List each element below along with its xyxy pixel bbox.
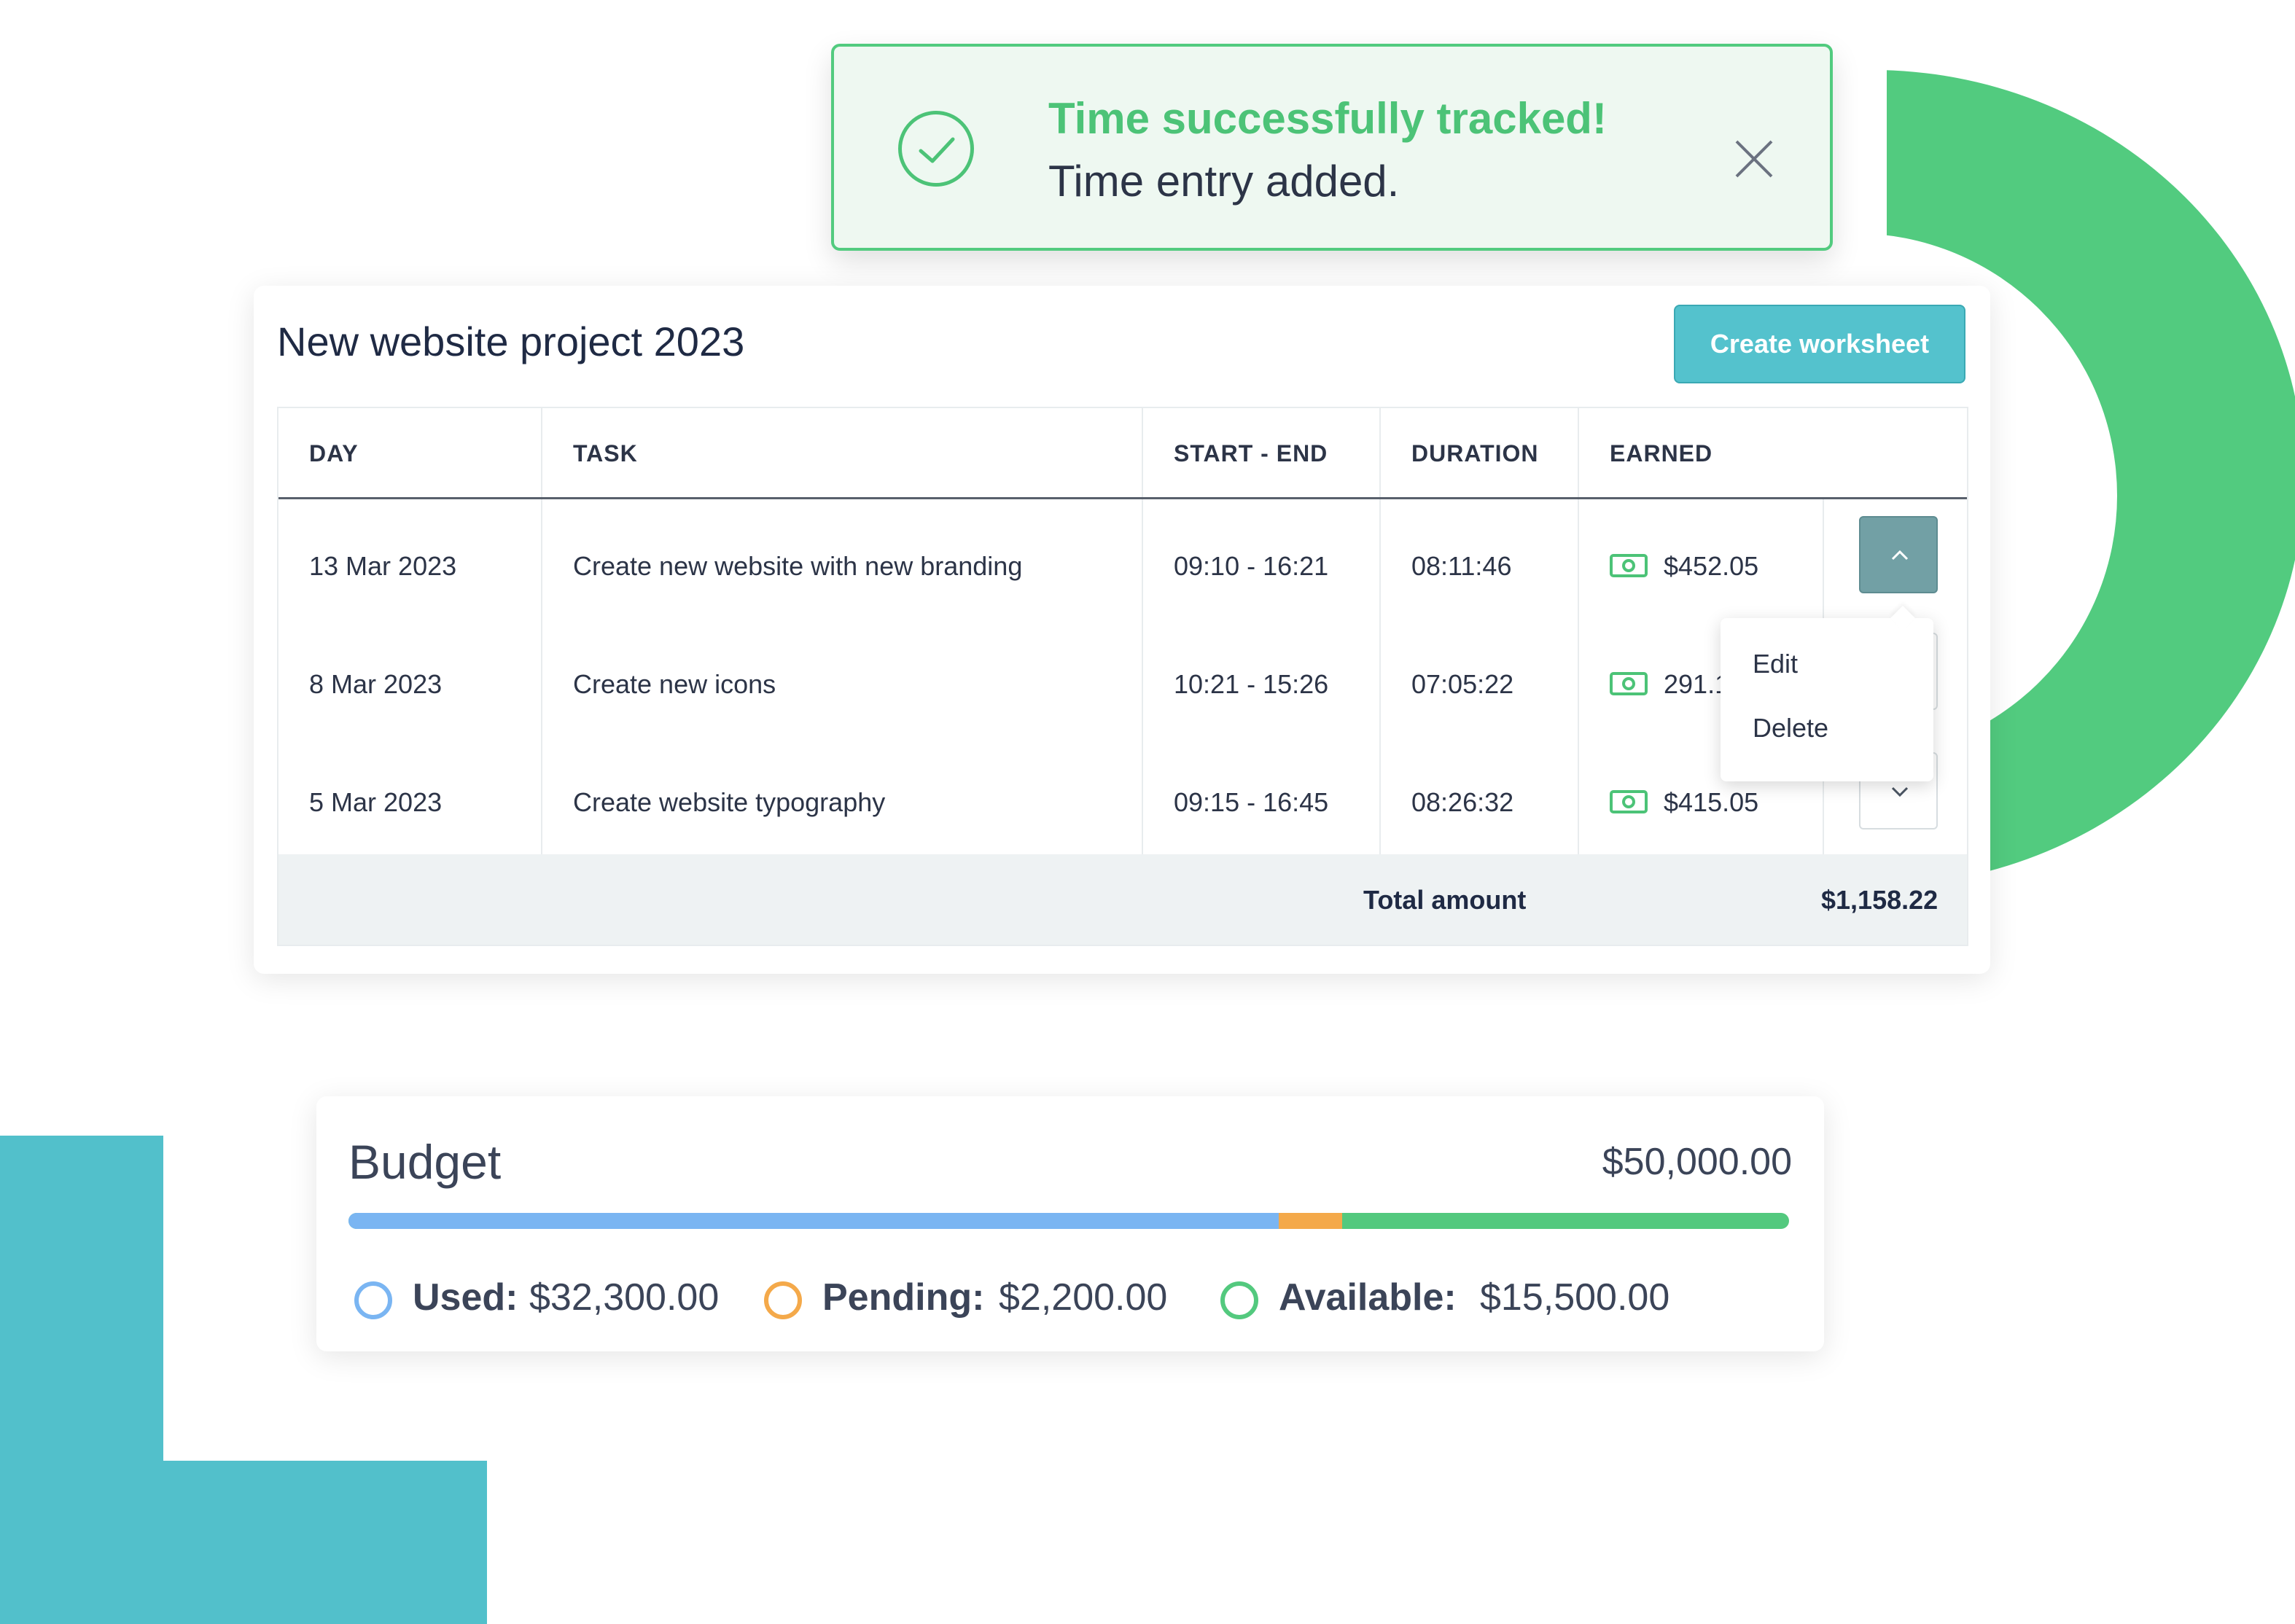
total-row: Total amount $1,158.22 — [278, 854, 1967, 945]
cell-duration: 08:11:46 — [1411, 551, 1512, 581]
money-icon — [1610, 672, 1648, 695]
close-icon[interactable] — [1734, 138, 1774, 179]
menu-item-delete[interactable]: Delete — [1753, 713, 1828, 743]
budget-bar-used — [348, 1213, 1279, 1229]
total-label: Total amount — [1363, 885, 1527, 915]
pending-value: $2,200.00 — [999, 1276, 1168, 1319]
used-legend-dot — [354, 1281, 392, 1319]
column-header-start-end[interactable]: START - END — [1174, 440, 1328, 467]
chevron-up-icon — [1891, 550, 1909, 561]
toast-title: Time successfully tracked! — [1048, 94, 1607, 143]
column-header-duration[interactable]: DURATION — [1411, 440, 1539, 467]
column-header-earned[interactable]: EARNED — [1610, 440, 1713, 467]
cell-duration: 07:05:22 — [1411, 669, 1514, 699]
chevron-down-icon — [1891, 786, 1909, 797]
column-header-task[interactable]: TASK — [573, 440, 638, 467]
column-header-day[interactable]: DAY — [309, 440, 359, 467]
cell-task: Create new website with new branding — [573, 551, 1023, 581]
decorative-teal-block-bottom — [0, 1461, 487, 1624]
column-divider — [541, 408, 542, 854]
cell-duration: 08:26:32 — [1411, 787, 1514, 817]
total-value: $1,158.22 — [1821, 885, 1939, 915]
cell-task: Create new icons — [573, 669, 776, 699]
menu-item-edit[interactable]: Edit — [1753, 649, 1798, 679]
create-worksheet-button[interactable]: Create worksheet — [1674, 305, 1965, 383]
toast-message: Time entry added. — [1048, 157, 1400, 206]
row-actions-toggle-button[interactable] — [1859, 516, 1938, 593]
used-label: Used: — [413, 1276, 518, 1319]
available-value: $15,500.00 — [1480, 1276, 1670, 1319]
success-toast: Time successfully tracked! Time entry ad… — [831, 44, 1833, 251]
cell-start-end: 10:21 - 15:26 — [1174, 669, 1329, 699]
available-legend-dot — [1220, 1281, 1258, 1319]
row-actions-menu: Edit Delete — [1721, 618, 1933, 781]
available-label: Available: — [1279, 1276, 1457, 1319]
cell-earned: 291.1 — [1664, 669, 1730, 699]
used-value: $32,300.00 — [529, 1276, 720, 1319]
project-title: New website project 2023 — [277, 319, 745, 364]
cell-earned: $452.05 — [1664, 551, 1759, 581]
column-divider — [1379, 408, 1381, 854]
pending-label: Pending: — [822, 1276, 985, 1319]
budget-title: Budget — [348, 1135, 502, 1189]
cell-earned: $415.05 — [1664, 787, 1759, 817]
header-divider — [278, 497, 1967, 499]
time-entries-table: DAY TASK START - END DURATION EARNED 13 … — [277, 407, 1968, 946]
column-divider — [1578, 408, 1579, 854]
money-icon — [1610, 554, 1648, 577]
pending-legend-dot — [764, 1281, 802, 1319]
column-divider — [1142, 408, 1143, 854]
cell-day: 13 Mar 2023 — [309, 551, 457, 581]
cell-task: Create website typography — [573, 787, 886, 817]
money-icon — [1610, 790, 1648, 813]
budget-bar-pending — [1279, 1213, 1343, 1229]
budget-card: Budget $50,000.00 Used: $32,300.00 Pendi… — [316, 1096, 1824, 1351]
budget-progress-bar — [348, 1213, 1789, 1229]
cell-start-end: 09:15 - 16:45 — [1174, 787, 1329, 817]
cell-day: 5 Mar 2023 — [309, 787, 443, 817]
check-circle-icon — [898, 111, 974, 187]
budget-total: $50,000.00 — [1602, 1141, 1792, 1183]
cell-day: 8 Mar 2023 — [309, 669, 443, 699]
cell-start-end: 09:10 - 16:21 — [1174, 551, 1329, 581]
